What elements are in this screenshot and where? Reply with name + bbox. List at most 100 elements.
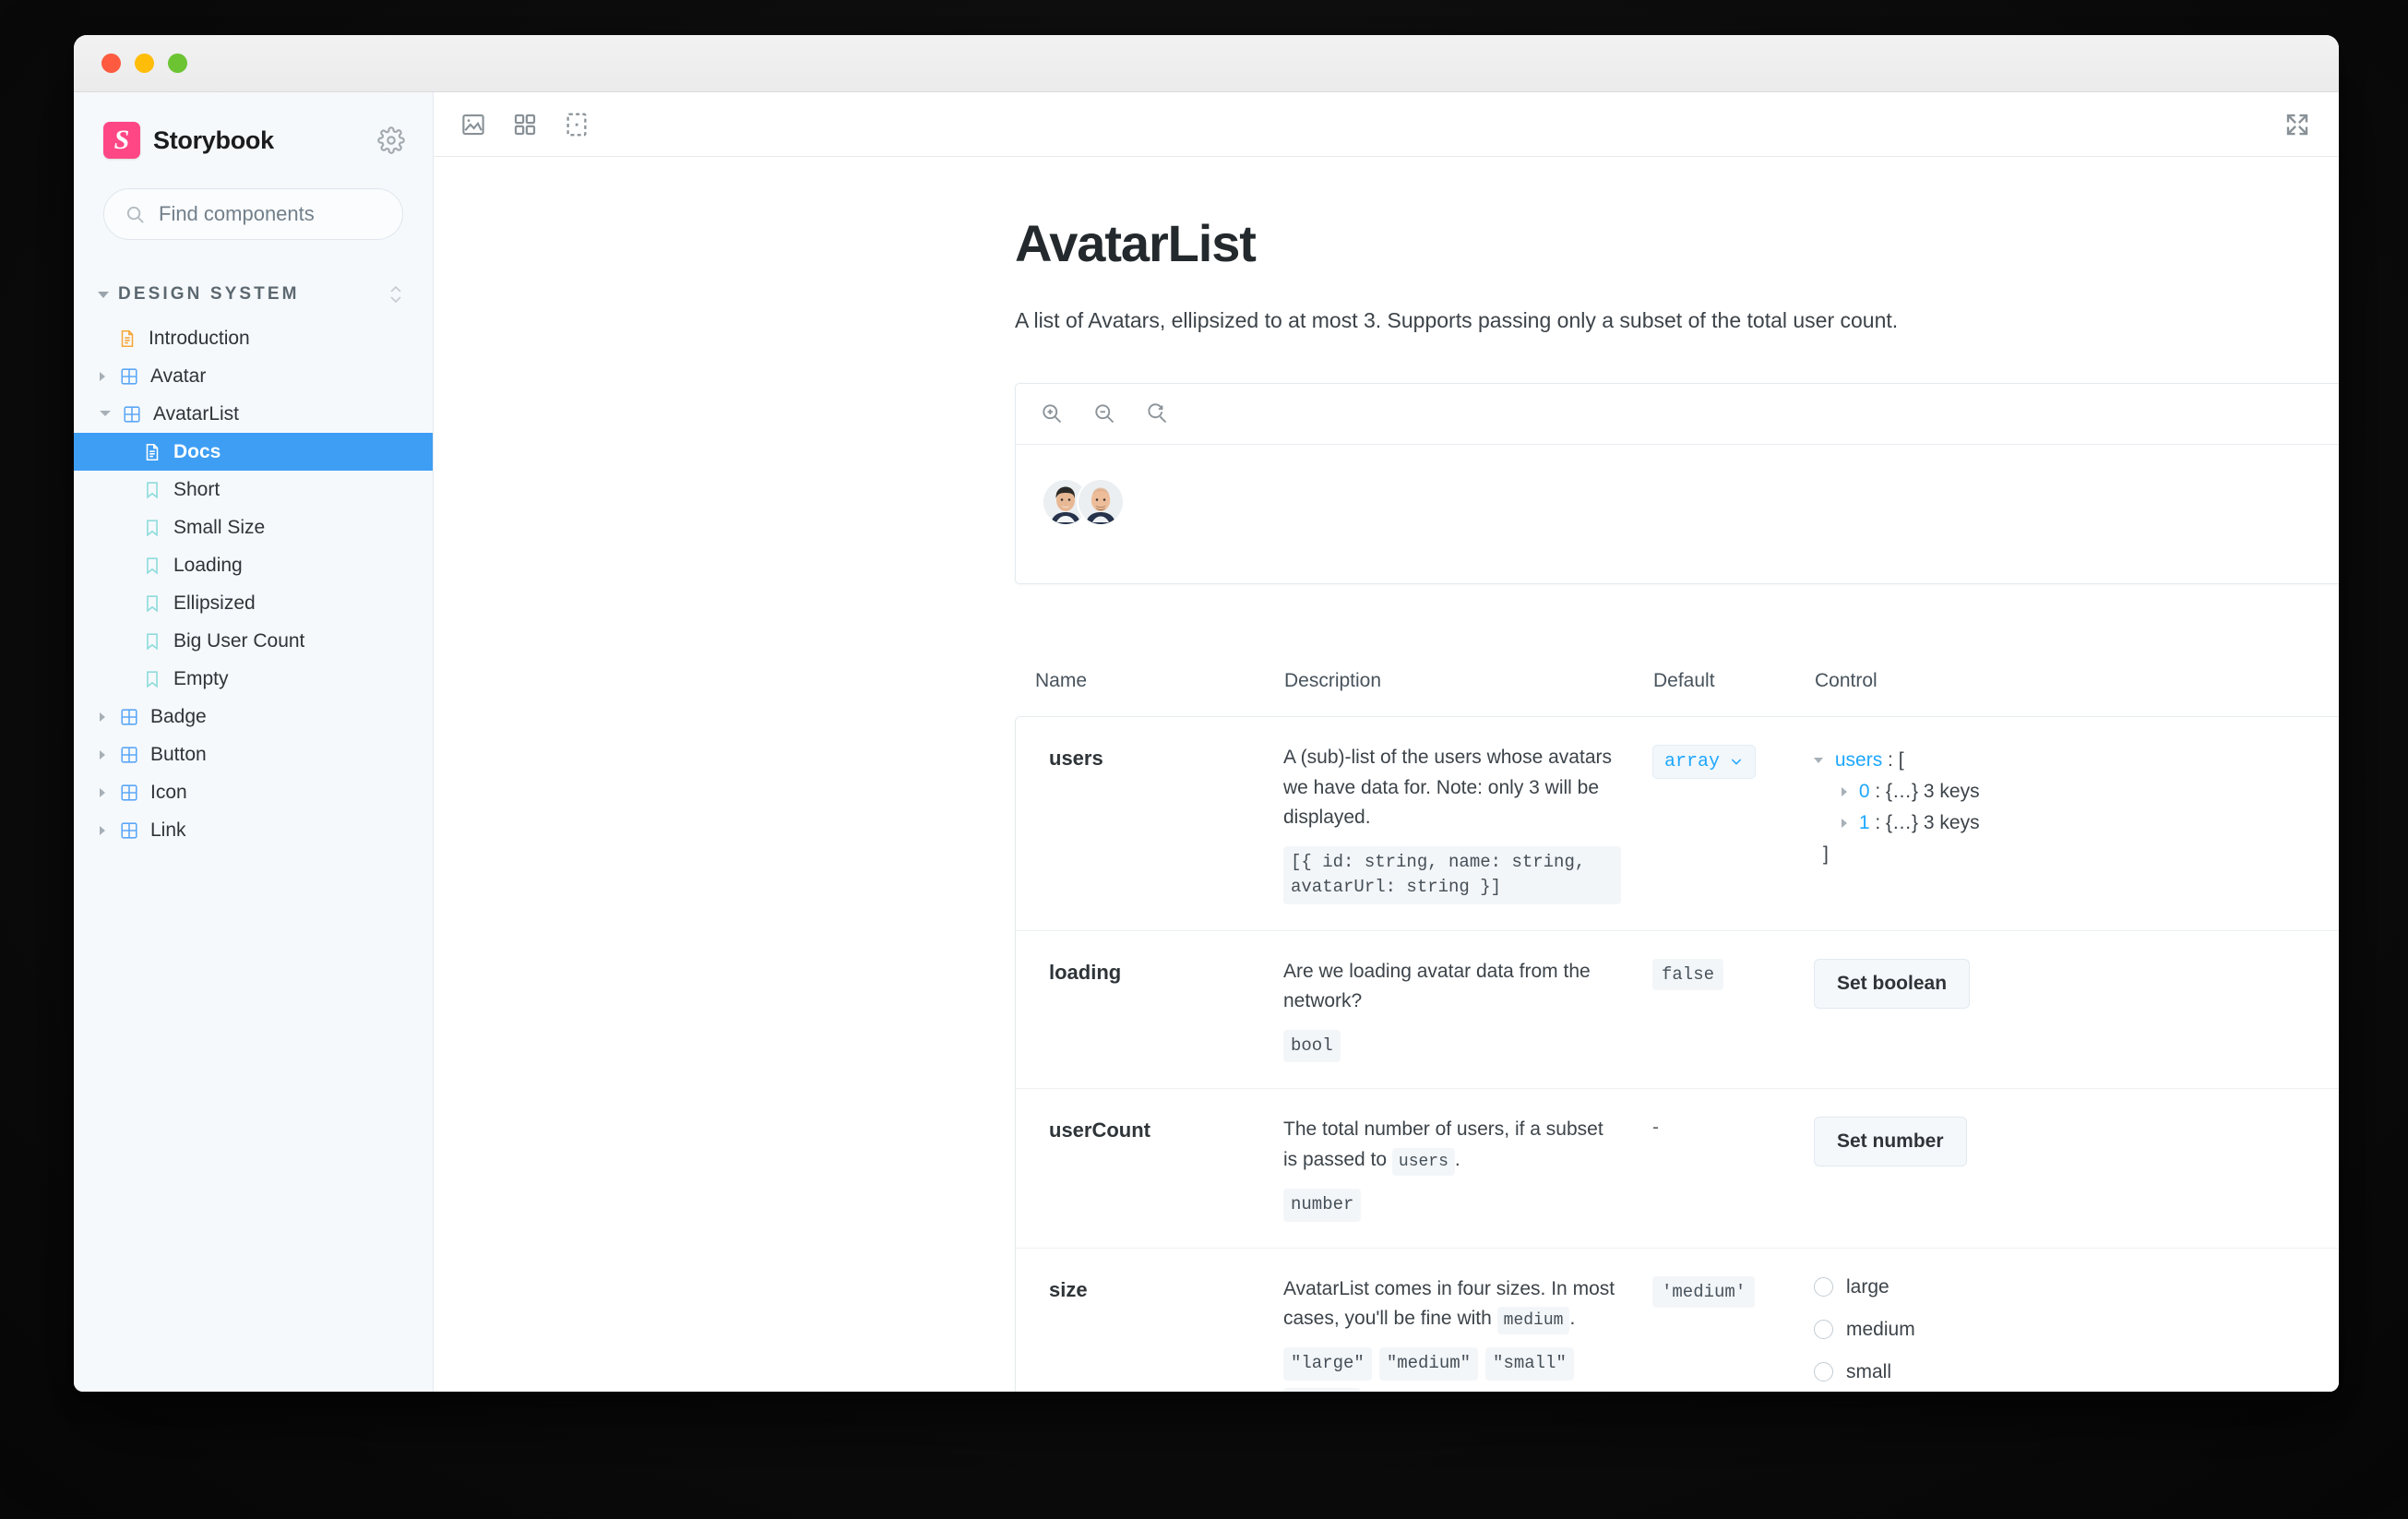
expand-collapse-icon[interactable]	[387, 284, 405, 305]
component-icon	[119, 745, 139, 765]
sidebar-item-big-user-count[interactable]: Big User Count	[74, 622, 433, 660]
sidebar-item-short[interactable]: Short	[74, 471, 433, 508]
story-icon	[142, 518, 162, 538]
sidebar-item-empty[interactable]: Empty	[74, 660, 433, 698]
browser-window: S Storybook Find components DESIGN SYSTE…	[74, 35, 2339, 1392]
prop-control: large medium small tiny	[1814, 1274, 2339, 1392]
control-button[interactable]: Set boolean	[1814, 958, 1971, 1009]
radio-button[interactable]	[1814, 1362, 1833, 1382]
prop-type-chips: "large" "medium" "small" "tiny"	[1283, 1347, 1621, 1392]
expand-icon[interactable]	[2283, 111, 2311, 138]
zoom-in-icon[interactable]	[1040, 401, 1065, 426]
sidebar-item-button[interactable]: Button	[74, 736, 433, 773]
json-tree-child[interactable]: 1 : {…} 3 keys	[1814, 807, 2339, 839]
json-summary: {…} 3 keys	[1886, 780, 1980, 802]
chevron-right-icon[interactable]	[100, 749, 108, 760]
props-row: users A (sub)-list of the users whose av…	[1016, 717, 2339, 930]
component-icon	[122, 404, 142, 425]
chevron-down-icon	[1731, 759, 1742, 766]
close-window-button[interactable]	[101, 54, 121, 73]
grid-icon[interactable]	[511, 111, 539, 138]
chevron-down-icon[interactable]	[100, 410, 111, 421]
json-tree-control[interactable]: users : [ 0 : {…} 3 keys 1 : {…} 3 keys …	[1814, 745, 2339, 870]
sidebar-item-label: Docs	[173, 440, 221, 462]
radio-button[interactable]	[1814, 1277, 1833, 1298]
sidebar-item-loading[interactable]: Loading	[74, 546, 433, 584]
sidebar-tree: Introduction Avatar AvatarList Docs Shor…	[74, 319, 433, 849]
sidebar-item-avatar[interactable]: Avatar	[74, 357, 433, 395]
prop-description: The total number of users, if a subset i…	[1283, 1115, 1652, 1222]
sidebar-item-icon[interactable]: Icon	[74, 773, 433, 811]
default-value: false	[1652, 958, 1724, 990]
type-chip: number	[1283, 1188, 1362, 1222]
app-body: S Storybook Find components DESIGN SYSTE…	[74, 92, 2339, 1392]
radio-option[interactable]: small	[1814, 1361, 2339, 1383]
sidebar-item-link[interactable]: Link	[74, 811, 433, 849]
sidebar: S Storybook Find components DESIGN SYSTE…	[74, 92, 434, 1392]
props-table-body: users A (sub)-list of the users whose av…	[1015, 715, 2339, 1392]
prop-name: userCount	[1049, 1118, 1150, 1142]
prop-name: loading	[1049, 960, 1122, 984]
storybook-logo-letter: S	[113, 125, 130, 155]
column-header-description: Description	[1284, 670, 1382, 692]
default-array-button[interactable]: array	[1652, 744, 1757, 779]
control-button[interactable]: Set number	[1814, 1117, 1967, 1167]
component-icon	[119, 783, 139, 803]
maximize-window-button[interactable]	[168, 54, 187, 73]
sidebar-group-header[interactable]: DESIGN SYSTEM	[74, 279, 433, 310]
brand-title: Storybook	[153, 126, 274, 154]
json-tree-root[interactable]: users : [	[1814, 745, 2339, 776]
type-chip: [{ id: string, name: string, avatarUrl: …	[1283, 845, 1621, 904]
chevron-right-icon[interactable]	[100, 787, 108, 797]
json-tree-child[interactable]: 0 : {…} 3 keys	[1814, 776, 2339, 807]
story-icon	[142, 669, 162, 689]
sidebar-item-label: Button	[150, 743, 207, 765]
sidebar-item-docs[interactable]: Docs	[74, 433, 433, 471]
props-row: size AvatarList comes in four sizes. In …	[1016, 1247, 2339, 1392]
minimize-window-button[interactable]	[135, 54, 154, 73]
story-icon	[142, 480, 162, 500]
sidebar-item-introduction[interactable]: Introduction	[74, 319, 433, 357]
default-value: 'medium'	[1652, 1275, 1756, 1308]
search-box[interactable]: /	[103, 188, 424, 240]
sidebar-item-label: AvatarList	[153, 402, 239, 425]
chevron-right-icon[interactable]	[100, 712, 108, 722]
prop-description: AvatarList comes in four sizes. In most …	[1283, 1274, 1652, 1392]
component-icon	[119, 707, 139, 727]
radio-option[interactable]: medium	[1814, 1319, 2339, 1341]
zoom-out-icon[interactable]	[1092, 401, 1117, 426]
type-chip: "tiny"	[1283, 1387, 1362, 1392]
type-chip: "small"	[1485, 1347, 1574, 1381]
search-input[interactable]	[159, 202, 424, 226]
measure-icon[interactable]	[563, 111, 590, 138]
sidebar-item-small-size[interactable]: Small Size	[74, 508, 433, 546]
radio-button[interactable]	[1814, 1320, 1833, 1340]
zoom-reset-icon[interactable]	[1145, 401, 1170, 426]
radio-option[interactable]: large	[1814, 1276, 2339, 1298]
column-header-name: Name	[1035, 670, 1088, 692]
sidebar-item-ellipsized[interactable]: Ellipsized	[74, 584, 433, 622]
sidebar-item-label: Avatar	[150, 365, 207, 387]
image-icon[interactable]	[459, 111, 487, 138]
preview-toolbar	[1016, 384, 2339, 445]
json-summary: {…} 3 keys	[1886, 812, 1980, 833]
sidebar-item-label: Introduction	[149, 327, 250, 349]
inline-code: medium	[1496, 1307, 1570, 1335]
prop-name: size	[1049, 1277, 1088, 1301]
chevron-down-icon[interactable]	[1814, 758, 1823, 764]
gear-icon[interactable]	[377, 126, 405, 154]
sidebar-item-label: Link	[150, 819, 186, 841]
sidebar-group-label: DESIGN SYSTEM	[118, 284, 300, 304]
type-chip: bool	[1283, 1029, 1341, 1063]
chevron-right-icon[interactable]	[1842, 787, 1847, 797]
sidebar-item-badge[interactable]: Badge	[74, 698, 433, 736]
doc-scroll-area[interactable]: AvatarList A list of Avatars, ellipsized…	[434, 157, 2339, 1392]
chevron-right-icon[interactable]	[1842, 819, 1847, 829]
sidebar-item-label: Short	[173, 478, 221, 500]
description-text: A (sub)-list of the users whose avatars …	[1283, 746, 1612, 829]
sidebar-item-avatarlist[interactable]: AvatarList	[74, 395, 433, 433]
chevron-right-icon[interactable]	[100, 371, 108, 381]
default-value: array	[1664, 750, 1721, 772]
json-index: 0	[1858, 780, 1870, 802]
chevron-right-icon[interactable]	[100, 825, 108, 835]
